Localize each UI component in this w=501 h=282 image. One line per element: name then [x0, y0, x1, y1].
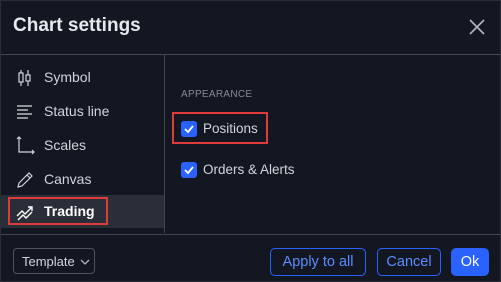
positions-checkbox[interactable] — [181, 121, 197, 137]
template-label: Template — [22, 254, 75, 269]
settings-sidebar: Symbol Status line Scales Canvas Trading — [1, 55, 165, 233]
highlight-box — [8, 197, 108, 225]
orders-alerts-checkbox[interactable] — [181, 162, 197, 178]
sidebar-item-label: Symbol — [44, 69, 91, 85]
candlestick-icon — [15, 68, 35, 88]
sidebar-item-scales[interactable]: Scales — [1, 129, 164, 162]
chevron-down-icon — [80, 259, 90, 265]
template-dropdown[interactable]: Template — [13, 248, 95, 274]
sidebar-item-canvas[interactable]: Canvas — [1, 163, 164, 196]
close-button[interactable] — [465, 15, 489, 39]
positions-label: Positions — [203, 121, 258, 136]
pencil-icon — [15, 170, 35, 190]
sidebar-item-status-line[interactable]: Status line — [1, 95, 164, 128]
status-lines-icon — [15, 102, 35, 122]
sidebar-item-label: Scales — [44, 137, 87, 153]
apply-to-all-button[interactable]: Apply to all — [270, 248, 366, 276]
cancel-button[interactable]: Cancel — [377, 248, 441, 276]
scales-axes-icon — [15, 136, 35, 156]
orders-alerts-label: Orders & Alerts — [203, 162, 295, 177]
section-title: APPEARANCE — [181, 89, 253, 100]
dialog-header: Chart settings — [1, 1, 500, 55]
settings-content: APPEARANCE Positions Orders & Alerts — [165, 55, 500, 233]
checkmark-icon — [184, 125, 194, 134]
ok-button[interactable]: Ok — [451, 248, 489, 276]
sidebar-item-trading[interactable]: Trading — [1, 195, 164, 228]
checkmark-icon — [184, 166, 194, 175]
sidebar-item-label: Canvas — [44, 171, 92, 187]
sidebar-item-symbol[interactable]: Symbol — [1, 61, 164, 94]
chart-settings-dialog: Chart settings Symbol Status line Scales… — [0, 0, 501, 282]
dialog-title: Chart settings — [13, 15, 141, 36]
close-icon — [469, 19, 485, 35]
sidebar-item-label: Status line — [44, 103, 110, 119]
dialog-footer: Template Apply to all Cancel Ok — [1, 234, 500, 282]
